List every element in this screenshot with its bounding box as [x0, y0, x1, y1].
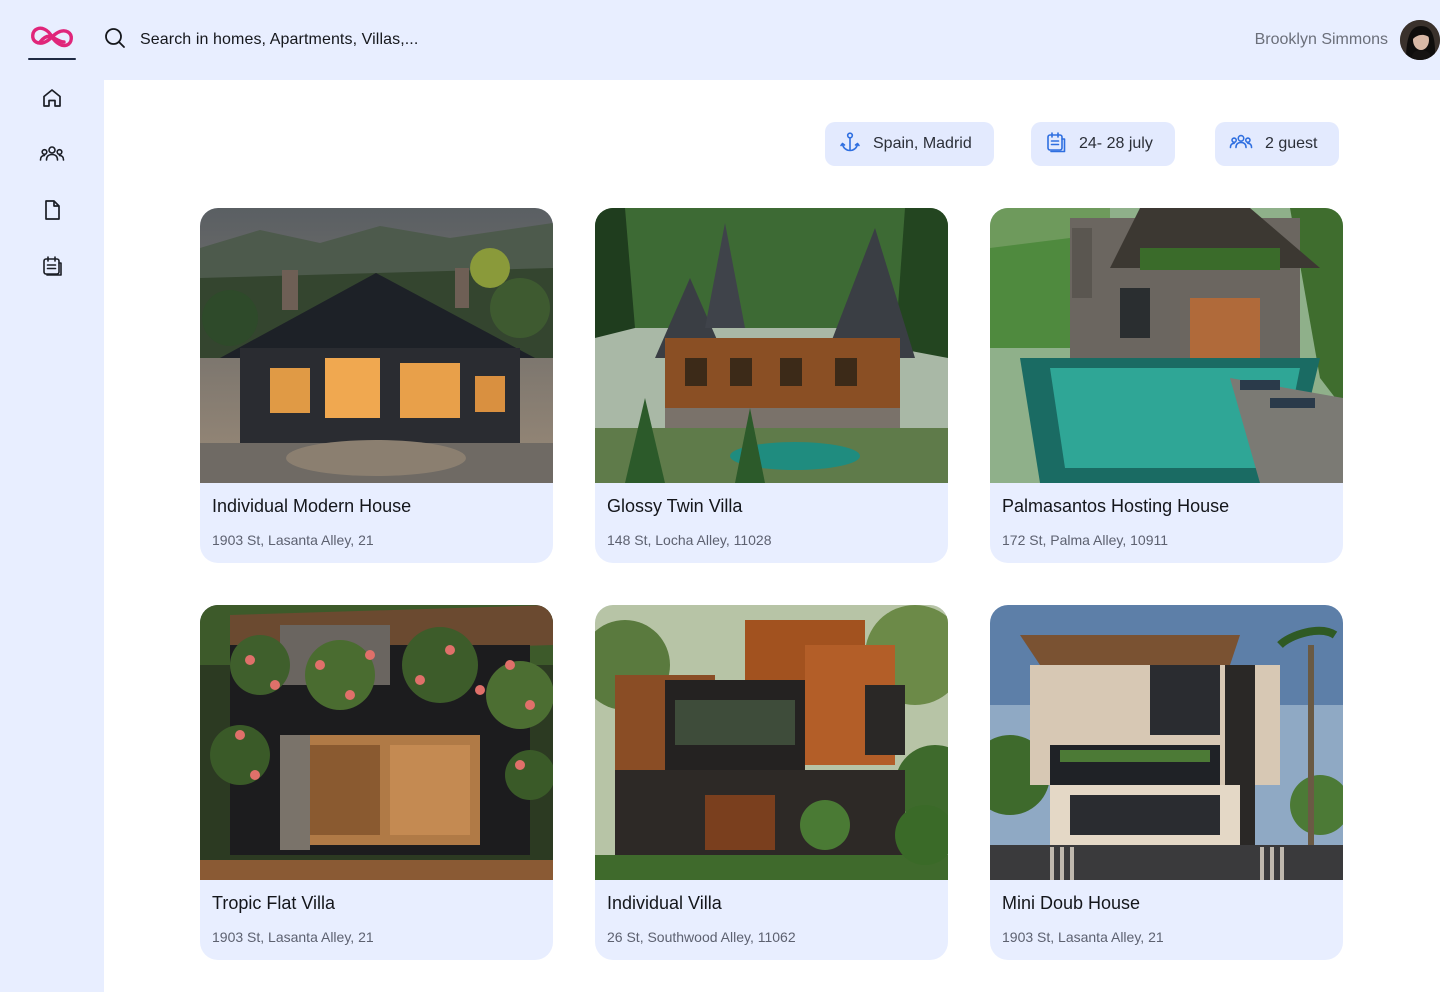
listing-card[interactable]: Tropic Flat Villa 1903 St, Lasanta Alley…	[200, 605, 553, 960]
listing-address: 172 St, Palma Alley, 10911	[1002, 532, 1169, 548]
brand-logo-icon[interactable]	[28, 20, 76, 60]
listing-title: Mini Doub House	[1002, 893, 1141, 913]
guest-filter-label: 2 guest	[1265, 135, 1318, 152]
search-input[interactable]: Search in homes, Apartments, Villas,...	[140, 31, 418, 49]
calendar-icon	[1045, 131, 1067, 158]
listing-photo	[200, 208, 553, 483]
location-filter-chip[interactable]: Spain, Madrid	[825, 122, 994, 166]
users-icon	[39, 142, 65, 171]
listing-card[interactable]: Palmasantos Hosting House 172 St, Palma …	[990, 208, 1343, 563]
users-icon	[1229, 131, 1253, 158]
search-bar[interactable]: Search in homes, Apartments, Villas,...	[104, 26, 418, 54]
sidebar-nav	[0, 80, 104, 992]
listing-card[interactable]: Individual Modern House 1903 St, Lasanta…	[200, 208, 553, 563]
listing-address: 1903 St, Lasanta Alley, 21	[1002, 929, 1164, 945]
user-name: Brooklyn Simmons	[1254, 31, 1388, 48]
location-filter-label: Spain, Madrid	[873, 135, 972, 152]
date-filter-label: 24- 28 july	[1079, 135, 1153, 152]
listing-card[interactable]: Mini Doub House 1903 St, Lasanta Alley, …	[990, 605, 1343, 960]
sidebar-item-guests[interactable]	[38, 142, 66, 170]
top-bar: Search in homes, Apartments, Villas,... …	[0, 0, 1440, 80]
sidebar-item-documents[interactable]	[38, 198, 66, 226]
search-icon[interactable]	[104, 27, 126, 54]
listing-title: Palmasantos Hosting House	[1002, 496, 1230, 516]
date-filter-chip[interactable]: 24- 28 july	[1031, 122, 1175, 166]
listing-title: Glossy Twin Villa	[607, 496, 743, 516]
app-shell: Search in homes, Apartments, Villas,... …	[0, 0, 1440, 992]
document-icon	[40, 198, 64, 227]
listing-photo	[990, 605, 1343, 880]
listing-title: Tropic Flat Villa	[212, 893, 336, 913]
listing-photo	[595, 208, 948, 483]
guest-filter-chip[interactable]: 2 guest	[1215, 122, 1340, 166]
avatar[interactable]	[1400, 20, 1440, 60]
listing-photo	[595, 605, 948, 880]
user-profile[interactable]: Brooklyn Simmons	[1255, 20, 1440, 60]
listing-address: 26 St, Southwood Alley, 11062	[607, 929, 796, 945]
listing-card[interactable]: Glossy Twin Villa 148 St, Locha Alley, 1…	[595, 208, 948, 563]
sidebar-item-home[interactable]	[38, 86, 66, 114]
listing-address: 1903 St, Lasanta Alley, 21	[212, 929, 374, 945]
main-content: Spain, Madrid 24- 28 july 2 guest Indivi…	[104, 80, 1440, 992]
logo-underline	[28, 58, 76, 60]
home-icon	[40, 86, 64, 115]
listing-address: 148 St, Locha Alley, 11028	[607, 532, 772, 548]
bookings-icon	[40, 254, 64, 283]
listing-title: Individual Villa	[607, 893, 722, 913]
listing-address: 1903 St, Lasanta Alley, 21	[212, 532, 374, 548]
anchor-icon	[839, 131, 861, 158]
listing-card[interactable]: Individual Villa 26 St, Southwood Alley,…	[595, 605, 948, 960]
listing-title: Individual Modern House	[212, 496, 412, 516]
listing-photo	[200, 605, 553, 880]
listing-photo	[990, 208, 1343, 483]
sidebar-item-bookings[interactable]	[38, 254, 66, 282]
